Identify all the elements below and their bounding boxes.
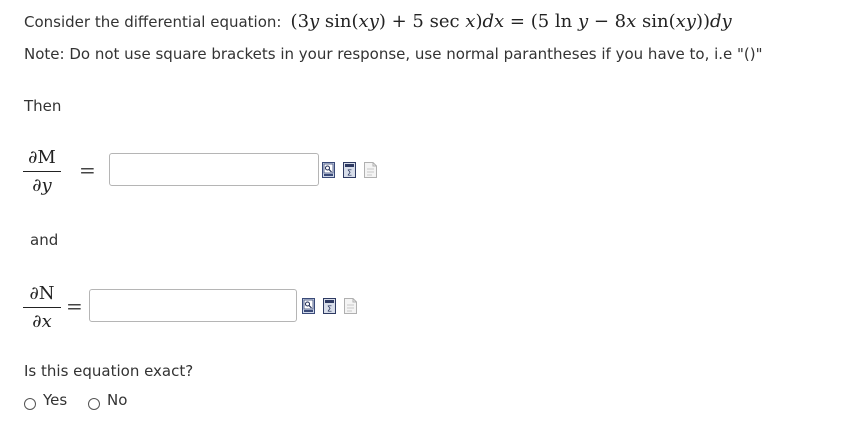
equation-editor-icon[interactable]: Σ: [323, 298, 336, 314]
radio-no-label[interactable]: No: [107, 391, 127, 409]
eq-var: xy: [675, 11, 696, 32]
radio-yes-label[interactable]: Yes: [43, 391, 67, 409]
eq-part: sin(: [319, 11, 359, 32]
preview-icon[interactable]: [322, 162, 335, 178]
note-text: Note: Do not use square brackets in your…: [24, 45, 763, 63]
dn-dx-fraction: ∂N ∂x: [22, 283, 62, 333]
eq-part: =: [504, 11, 531, 32]
eq-var: x: [626, 11, 637, 32]
dm-numerator: ∂M: [28, 147, 56, 168]
exactness-question: Is this equation exact?: [24, 362, 194, 380]
help-icon[interactable]: [344, 298, 357, 314]
eq-var: xy: [358, 11, 379, 32]
equals-sign: =: [66, 294, 83, 318]
dm-dy-answer-input[interactable]: [109, 153, 319, 186]
and-label: and: [30, 231, 59, 249]
eq-part: sin(: [636, 11, 676, 32]
eq-var: y: [577, 11, 589, 32]
help-icon[interactable]: [364, 162, 377, 178]
dm-dy-fraction: ∂M ∂y: [22, 147, 62, 197]
equals-sign: =: [79, 158, 96, 182]
fraction-bar: [23, 307, 61, 308]
fraction-bar: [23, 171, 61, 172]
then-label: Then: [24, 97, 62, 115]
eq-var: x: [465, 11, 476, 32]
svg-text:Σ: Σ: [327, 305, 332, 314]
dn-dx-answer-input[interactable]: [89, 289, 297, 322]
dn-numerator: ∂N: [29, 283, 55, 304]
eq-var: dy: [710, 11, 732, 32]
preview-icon[interactable]: [302, 298, 315, 314]
eq-part: ) + 5 sec: [378, 11, 466, 32]
eq-part: )): [695, 11, 711, 32]
question-line: Consider the differential equation: (3y …: [24, 11, 732, 32]
dm-denominator: ∂y: [32, 175, 52, 196]
dn-denominator: ∂x: [32, 311, 52, 332]
eq-var: y: [309, 11, 320, 32]
equation-editor-icon[interactable]: Σ: [343, 162, 356, 178]
svg-text:Σ: Σ: [347, 169, 352, 178]
differential-equation: (3y sin(xy) + 5 sec x)dx = (5 ln y − 8x …: [291, 11, 732, 32]
eq-part: (5 ln: [530, 11, 578, 32]
radio-no[interactable]: [88, 398, 100, 410]
intro-text: Consider the differential equation:: [24, 13, 282, 31]
eq-part: − 8: [588, 11, 627, 32]
eq-part: (3: [290, 11, 310, 32]
eq-var: dx: [482, 11, 505, 32]
radio-yes[interactable]: [24, 398, 36, 410]
